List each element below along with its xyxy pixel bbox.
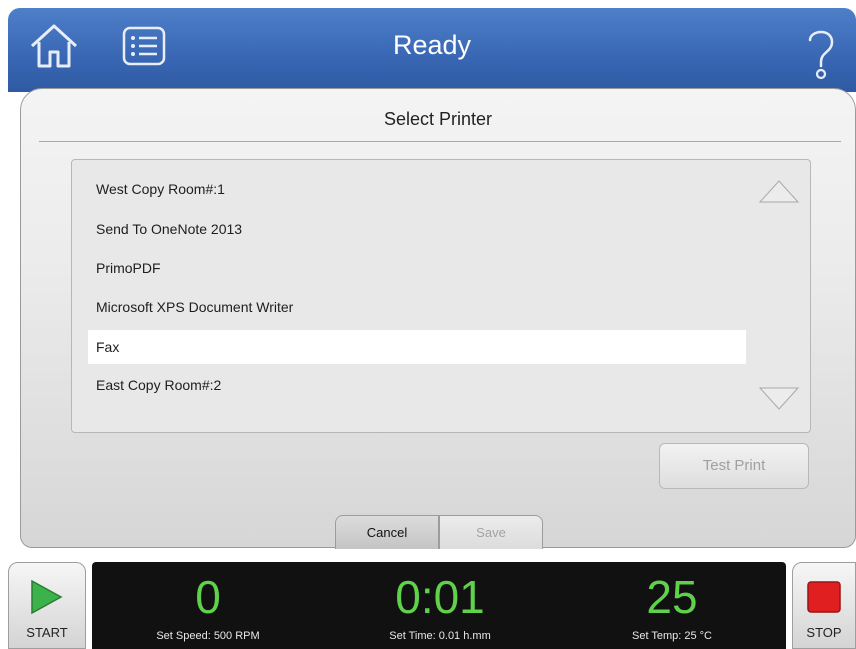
printer-item-east-copy-room-2[interactable]: East Copy Room#:2 (88, 368, 746, 402)
scroll-up-button[interactable] (758, 178, 800, 204)
time-setting: Set Time: 0.01 h.mm (389, 630, 491, 642)
dialog-title: Select Printer (383, 109, 493, 129)
start-button[interactable]: START (8, 562, 86, 649)
play-icon (31, 579, 63, 615)
printer-item-west-copy-room-1[interactable]: West Copy Room#:1 (88, 172, 746, 206)
status-display: 0 Set Speed: 500 RPM 0:01 Set Time: 0.01… (92, 562, 786, 649)
triangle-down-icon (758, 387, 800, 410)
printer-item-microsoft-xps[interactable]: Microsoft XPS Document Writer (88, 290, 746, 324)
time-readout: 0:01 Set Time: 0.01 h.mm (340, 562, 540, 642)
printer-list[interactable]: West Copy Room#:1 Send To OneNote 2013 P… (71, 159, 811, 433)
cancel-button[interactable]: Cancel (335, 515, 439, 549)
temp-readout: 25 Set Temp: 25 °C (572, 562, 772, 642)
temp-value: 25 (646, 571, 698, 623)
select-printer-dialog: Select Printer West Copy Room#:1 Send To… (20, 88, 856, 549)
temp-setting: Set Temp: 25 °C (631, 630, 712, 642)
title-bar: Ready (8, 8, 856, 92)
speed-setting: Set Speed: 500 RPM (156, 630, 260, 642)
question-mark-icon (808, 30, 834, 80)
save-button[interactable]: Save (439, 515, 543, 549)
help-button[interactable] (804, 24, 838, 82)
stop-button[interactable]: STOP (792, 562, 856, 649)
printer-item-primopdf[interactable]: PrimoPDF (88, 251, 746, 285)
stop-label: STOP (806, 625, 842, 640)
scroll-down-button[interactable] (758, 386, 800, 412)
test-print-button[interactable]: Test Print (659, 443, 809, 489)
time-value: 0:01 (395, 571, 485, 623)
triangle-up-icon (758, 180, 800, 203)
printer-item-fax[interactable]: Fax (88, 330, 746, 364)
stop-icon (807, 581, 841, 613)
speed-readout: 0 Set Speed: 500 RPM (108, 562, 308, 642)
speed-value: 0 (195, 571, 221, 623)
status-title: Ready (392, 30, 472, 60)
divider (39, 141, 841, 142)
printer-item-send-to-onenote[interactable]: Send To OneNote 2013 (88, 212, 746, 246)
start-label: START (26, 625, 68, 640)
